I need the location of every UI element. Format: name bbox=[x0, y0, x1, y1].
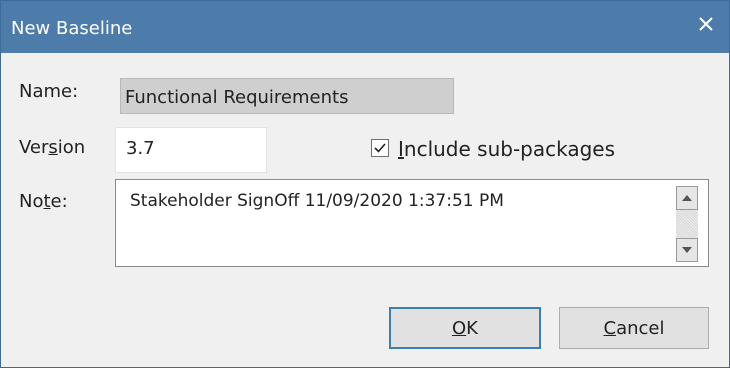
scroll-down-button[interactable] bbox=[676, 238, 698, 262]
version-label-post: ion bbox=[57, 137, 86, 158]
close-button[interactable] bbox=[683, 1, 729, 47]
name-label: Name: bbox=[19, 81, 78, 102]
include-subpackages-label[interactable]: Include sub-packages bbox=[398, 137, 615, 161]
version-label-mnemonic: s bbox=[48, 137, 58, 158]
ok-label: K bbox=[466, 317, 478, 339]
version-value: 3.7 bbox=[126, 138, 155, 159]
include-subpackages-checkbox[interactable] bbox=[371, 139, 389, 157]
note-scrollbar[interactable] bbox=[676, 186, 698, 262]
ok-button[interactable]: OK bbox=[389, 307, 541, 349]
ok-mnemonic: O bbox=[452, 317, 467, 339]
note-label: Note: bbox=[19, 191, 68, 212]
dialog-title: New Baseline bbox=[11, 18, 133, 39]
note-label-mnemonic: t bbox=[43, 191, 51, 212]
note-textarea[interactable]: Stakeholder SignOff 11/09/2020 1:37:51 P… bbox=[115, 179, 709, 267]
new-baseline-dialog: New Baseline Name: Functional Requiremen… bbox=[0, 0, 730, 368]
note-label-pre: No bbox=[19, 191, 44, 212]
scroll-up-button[interactable] bbox=[676, 186, 698, 210]
note-label-post: e: bbox=[50, 191, 68, 212]
version-label-pre: Ver bbox=[19, 137, 49, 158]
cancel-label: ancel bbox=[616, 317, 665, 339]
version-field[interactable]: 3.7 bbox=[115, 127, 267, 173]
version-label: Version bbox=[19, 137, 85, 158]
scroll-up-icon bbox=[682, 195, 692, 201]
cancel-mnemonic: C bbox=[603, 317, 617, 339]
scroll-track[interactable] bbox=[676, 210, 698, 238]
title-bar: New Baseline bbox=[1, 1, 729, 53]
check-icon bbox=[374, 143, 386, 153]
note-value: Stakeholder SignOff 11/09/2020 1:37:51 P… bbox=[130, 191, 504, 211]
name-value: Functional Requirements bbox=[125, 87, 349, 108]
close-icon bbox=[699, 17, 713, 31]
name-label-text: Name: bbox=[19, 81, 79, 102]
cancel-button[interactable]: Cancel bbox=[559, 307, 709, 349]
scroll-down-icon bbox=[682, 247, 692, 253]
include-subpackages-text: nclude sub-packages bbox=[403, 137, 616, 161]
